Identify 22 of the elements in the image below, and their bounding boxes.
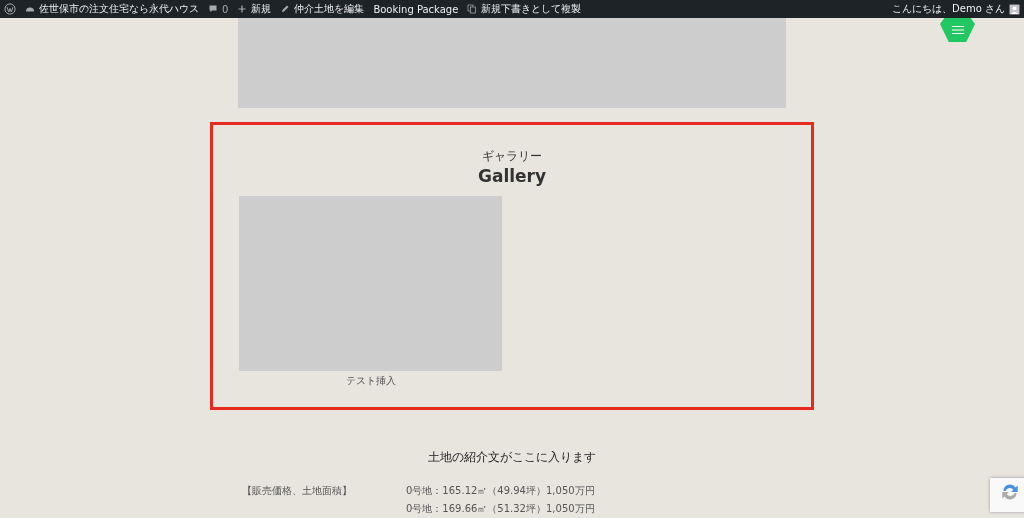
- plugin-link[interactable]: Booking Package: [373, 3, 459, 15]
- detail-value: 0号地：165.12㎡（49.94坪）1,050万円: [406, 483, 595, 498]
- avatar-icon: [1009, 3, 1020, 15]
- new-link[interactable]: 新規: [237, 2, 272, 16]
- menu-icon: [950, 25, 965, 35]
- speech-bubble-icon: [208, 4, 218, 14]
- copy-icon: [467, 4, 478, 14]
- intro-text: 土地の紹介文がここに入ります: [428, 450, 596, 466]
- comments-count: 0: [222, 3, 229, 15]
- new-label: 新規: [251, 2, 272, 16]
- detail-value: 0号地：169.66㎡（51.32坪）1,050万円: [406, 501, 595, 516]
- recaptcha-badge[interactable]: [990, 478, 1024, 512]
- section-kicker: ギャラリー: [482, 149, 542, 165]
- wordpress-logo-icon[interactable]: [4, 3, 16, 15]
- edit-link[interactable]: 仲介土地を編集: [280, 2, 365, 16]
- comments-link[interactable]: 0: [208, 3, 229, 15]
- edit-label: 仲介土地を編集: [294, 2, 365, 16]
- pencil-icon: [280, 4, 291, 14]
- plus-icon: [237, 4, 248, 14]
- detail-label: 【販売価格、土地面積】: [242, 484, 352, 496]
- section-title: Gallery: [477, 165, 547, 186]
- image-caption: テスト挿入: [345, 373, 396, 388]
